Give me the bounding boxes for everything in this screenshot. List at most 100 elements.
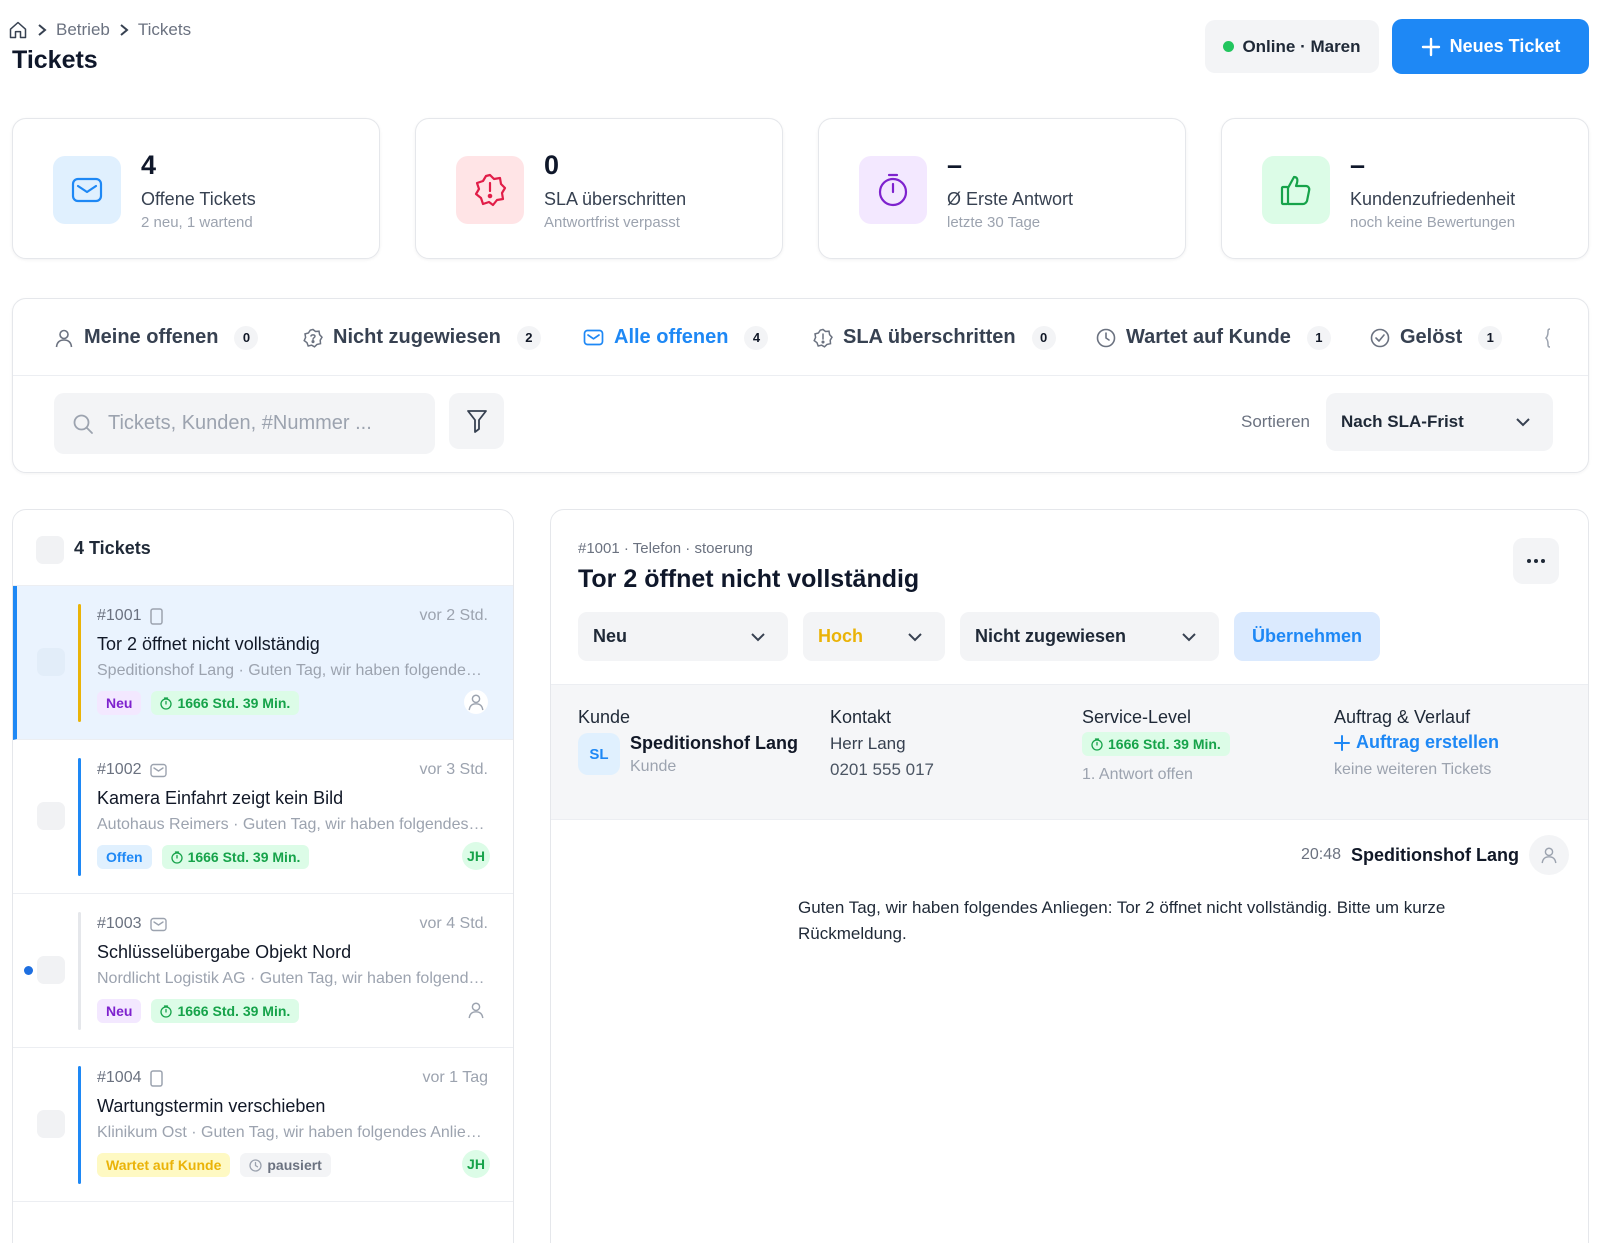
filter-button[interactable] xyxy=(449,393,504,449)
clock-icon xyxy=(1096,328,1116,348)
customer-heading: Kunde xyxy=(578,707,631,727)
take-over-button[interactable]: Übernehmen xyxy=(1234,612,1380,661)
ticket-checkbox[interactable] xyxy=(37,1110,65,1138)
order-note: keine weiteren Tickets xyxy=(1334,761,1492,778)
ticket-title: Schlüsselübergabe Objekt Nord xyxy=(97,942,352,962)
select-all-checkbox[interactable] xyxy=(36,536,64,564)
ticket-row[interactable]: #1003 vor 4 Std. Schlüsselübergabe Objek… xyxy=(13,894,513,1048)
assignee-placeholder-icon[interactable] xyxy=(464,690,488,714)
sla-text: 1666 Std. 39 Min. xyxy=(1108,736,1221,752)
sort-select[interactable]: Nach SLA-Frist xyxy=(1326,393,1553,451)
tab-sla-ueberschritten[interactable]: SLA überschritten 0 xyxy=(813,299,1056,376)
search-box xyxy=(54,393,435,454)
customer-role: Kunde xyxy=(630,758,677,775)
ticket-preview: Autohaus Reimers · Guten Tag, wir haben … xyxy=(97,816,487,833)
tab-label: Meine offenen xyxy=(84,326,219,348)
customer-info: Kunde SL Speditionshof Lang Kunde xyxy=(578,707,798,776)
assignee-select[interactable]: Nicht zugewiesen xyxy=(960,612,1219,661)
plus-icon xyxy=(1421,37,1441,57)
assignee-select-value: Nicht zugewiesen xyxy=(975,626,1127,646)
ticket-number-text: #1002 xyxy=(97,761,142,778)
tab-geloest[interactable]: Gelöst 1 xyxy=(1370,299,1503,376)
ticket-number: #1002 xyxy=(97,761,167,779)
search-input[interactable] xyxy=(108,412,408,435)
ticket-checkbox[interactable] xyxy=(37,648,65,676)
timer-icon xyxy=(1091,737,1103,751)
tabs-overflow-icon[interactable] xyxy=(1543,328,1557,348)
order-info: Auftrag & Verlauf Auftrag erstellen kein… xyxy=(1334,707,1499,779)
ticket-row[interactable]: #1002 vor 3 Std. Kamera Einfahrt zeigt k… xyxy=(13,740,513,894)
status-badge: Wartet auf Kunde xyxy=(97,1153,231,1177)
mail-icon xyxy=(149,917,167,932)
new-ticket-button[interactable]: Neues Ticket xyxy=(1392,19,1589,74)
stat-value: – xyxy=(947,150,963,180)
sla-text: 1666 Std. 39 Min. xyxy=(177,695,291,711)
tab-nicht-zugewiesen[interactable]: Nicht zugewiesen 2 xyxy=(303,299,541,376)
status-select-value: Neu xyxy=(593,626,628,646)
ticket-info-strip: Kunde SL Speditionshof Lang Kunde Kontak… xyxy=(551,684,1588,820)
tab-count: 1 xyxy=(1478,325,1503,350)
alert-badge-icon xyxy=(456,156,524,224)
assignee-avatar[interactable]: JH xyxy=(462,842,490,870)
ticket-list-panel: 4 Tickets #1001 vor 2 Std. Tor 2 öffnet … xyxy=(12,509,514,1243)
ticket-row[interactable]: #1001 vor 2 Std. Tor 2 öffnet nicht voll… xyxy=(13,586,513,740)
sla-badge: 1666 Std. 39 Min. xyxy=(151,999,300,1023)
assignee-avatar[interactable]: JH xyxy=(462,1150,490,1178)
more-horizontal-icon xyxy=(1526,558,1546,564)
contact-phone[interactable]: 0201 555 017 xyxy=(830,760,934,780)
customer-name[interactable]: Speditionshof Lang xyxy=(630,733,798,754)
stat-label: SLA überschritten xyxy=(544,189,687,209)
unassigned-icon xyxy=(303,328,323,348)
sort-label: Sortieren xyxy=(1241,412,1310,431)
status-select[interactable]: Neu xyxy=(578,612,788,661)
phone-icon xyxy=(149,607,163,625)
tab-meine-offenen[interactable]: Meine offenen 0 xyxy=(54,299,259,376)
more-options-button[interactable] xyxy=(1513,538,1559,584)
ticket-preview: Klinikum Ost · Guten Tag, wir haben folg… xyxy=(97,1124,487,1141)
ticket-preview: Speditionshof Lang · Guten Tag, wir habe… xyxy=(97,662,487,679)
home-icon[interactable] xyxy=(8,20,28,40)
breadcrumb-link-betrieb[interactable]: Betrieb xyxy=(56,20,110,40)
create-order-label: Auftrag erstellen xyxy=(1356,732,1500,752)
status-badge: Offen xyxy=(97,845,152,869)
timer-icon xyxy=(160,696,173,710)
chevron-right-icon xyxy=(36,23,48,37)
priority-select[interactable]: Hoch xyxy=(803,612,945,661)
order-heading: Auftrag & Verlauf xyxy=(1334,707,1471,727)
plus-icon xyxy=(1334,734,1350,751)
ticket-tabs: Meine offenen 0 Nicht zugewiesen 2 Alle … xyxy=(13,299,1588,376)
tab-wartet-auf-kunde[interactable]: Wartet auf Kunde 1 xyxy=(1096,299,1331,376)
envelope-icon xyxy=(583,327,604,348)
stat-label: Ø Erste Antwort xyxy=(947,189,1074,209)
stat-value: 0 xyxy=(544,150,560,180)
sla-badge: pausiert xyxy=(240,1153,331,1177)
chevron-down-icon xyxy=(750,632,766,642)
service-level-info: Service-Level 1666 Std. 39 Min. 1. Antwo… xyxy=(1082,707,1230,784)
ticket-age: vor 2 Std. xyxy=(419,607,488,624)
contact-info: Kontakt Herr Lang 0201 555 017 xyxy=(830,707,934,780)
online-dot xyxy=(1223,41,1235,52)
contact-heading: Kontakt xyxy=(830,707,892,727)
service-level-note: 1. Antwort offen xyxy=(1082,766,1193,783)
tab-alle-offenen[interactable]: Alle offenen 4 xyxy=(583,299,769,376)
new-ticket-label: Neues Ticket xyxy=(1449,36,1561,56)
online-status[interactable]: Online · Maren xyxy=(1205,20,1379,73)
stat-label: Kundenzufriedenheit xyxy=(1350,189,1516,209)
stat-subtext: noch keine Bewertungen xyxy=(1350,214,1516,231)
contact-name: Herr Lang xyxy=(830,734,906,753)
stat-card-satisfaction: – Kundenzufriedenheit noch keine Bewertu… xyxy=(1221,118,1589,259)
priority-select-value: Hoch xyxy=(818,626,863,646)
assignee-placeholder-icon[interactable] xyxy=(464,998,488,1022)
ticket-title: Wartungstermin verschieben xyxy=(97,1096,326,1116)
ticket-meta: #1001 · Telefon · stoerung xyxy=(578,540,753,557)
sla-text: pausiert xyxy=(267,1157,322,1173)
ticket-checkbox[interactable] xyxy=(37,956,65,984)
stat-card-open-tickets: 4 Offene Tickets 2 neu, 1 wartend xyxy=(12,118,380,259)
create-order-button[interactable]: Auftrag erstellen xyxy=(1334,732,1499,753)
ticket-checkbox[interactable] xyxy=(37,802,65,830)
ticket-number: #1004 xyxy=(97,1069,163,1087)
stopwatch-icon xyxy=(859,156,927,224)
ticket-row[interactable]: #1004 vor 1 Tag Wartungstermin verschieb… xyxy=(13,1048,513,1202)
alert-badge-icon xyxy=(813,328,833,348)
ticket-detail-panel: #1001 · Telefon · stoerung Tor 2 öffnet … xyxy=(550,509,1589,1243)
